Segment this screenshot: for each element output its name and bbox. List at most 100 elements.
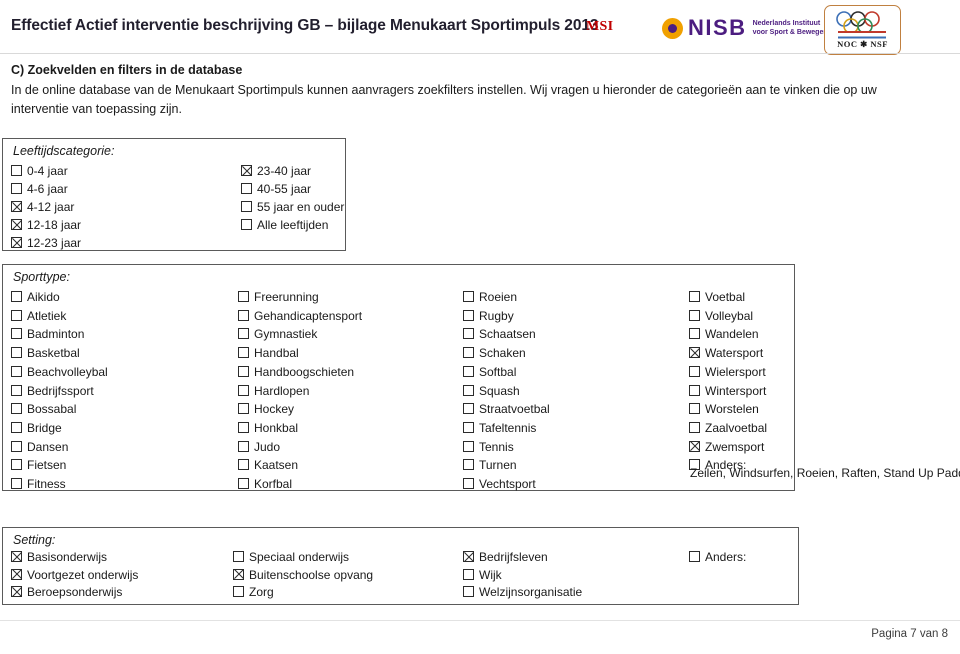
sport-type-option[interactable]: Gymnastiek [238,327,317,341]
checkbox-unchecked-icon[interactable] [463,328,474,340]
checkbox-checked-icon[interactable] [689,347,700,359]
checkbox-unchecked-icon[interactable] [463,586,474,597]
checkbox-unchecked-icon[interactable] [233,586,244,597]
checkbox-unchecked-icon[interactable] [463,347,474,359]
sport-type-option[interactable]: Hockey [238,402,294,416]
checkbox-unchecked-icon[interactable] [463,440,474,452]
checkbox-unchecked-icon[interactable] [689,365,700,377]
checkbox-unchecked-icon[interactable] [11,165,22,176]
checkbox-checked-icon[interactable] [11,568,22,580]
checkbox-unchecked-icon[interactable] [11,421,22,433]
age-category-option[interactable]: 23-40 jaar [241,164,311,178]
checkbox-unchecked-icon[interactable] [241,201,252,212]
setting-option[interactable]: Anders: [689,550,746,564]
sport-type-option[interactable]: Gehandicaptensport [238,309,362,323]
checkbox-unchecked-icon[interactable] [11,478,22,489]
setting-option[interactable]: Beroepsonderwijs [11,585,122,599]
sport-type-option[interactable]: Zaalvoetbal [689,421,767,435]
age-category-option[interactable]: 4-6 jaar [11,182,68,196]
checkbox-unchecked-icon[interactable] [463,421,474,433]
checkbox-unchecked-icon[interactable] [463,478,474,489]
checkbox-unchecked-icon[interactable] [241,183,252,194]
sport-type-option[interactable]: Wielersport [689,365,766,379]
checkbox-checked-icon[interactable] [11,551,22,562]
checkbox-unchecked-icon[interactable] [238,440,249,452]
checkbox-unchecked-icon[interactable] [689,291,700,302]
checkbox-unchecked-icon[interactable] [238,478,249,489]
sport-type-option[interactable]: Badminton [11,327,84,341]
checkbox-unchecked-icon[interactable] [689,421,700,433]
sport-type-option[interactable]: Rugby [463,309,514,323]
setting-option[interactable]: Welzijnsorganisatie [463,585,582,599]
checkbox-checked-icon[interactable] [463,551,474,562]
sport-type-option[interactable]: Voetbal [689,290,745,304]
checkbox-unchecked-icon[interactable] [11,459,22,471]
age-category-option[interactable]: 0-4 jaar [11,164,68,178]
checkbox-checked-icon[interactable] [11,219,22,230]
sport-type-option[interactable]: Zwemsport [689,440,764,454]
sport-type-option[interactable]: Bedrijfssport [11,384,94,398]
sport-type-option[interactable]: Kaatsen [238,458,298,472]
checkbox-unchecked-icon[interactable] [11,328,22,340]
checkbox-checked-icon[interactable] [233,568,244,580]
sport-type-option[interactable]: Tafeltennis [463,421,536,435]
checkbox-checked-icon[interactable] [689,440,700,452]
checkbox-unchecked-icon[interactable] [689,384,700,396]
sport-type-option[interactable]: Bossabal [11,402,76,416]
checkbox-checked-icon[interactable] [11,201,22,212]
sport-type-option[interactable]: Softbal [463,365,516,379]
checkbox-unchecked-icon[interactable] [463,403,474,415]
sport-type-option[interactable]: Wandelen [689,327,759,341]
checkbox-unchecked-icon[interactable] [11,365,22,377]
checkbox-unchecked-icon[interactable] [238,365,249,377]
setting-option[interactable]: Speciaal onderwijs [233,550,349,564]
checkbox-unchecked-icon[interactable] [238,403,249,415]
sport-type-option[interactable]: Korfbal [238,477,292,491]
setting-option[interactable]: Basisonderwijs [11,550,107,564]
sport-type-option[interactable]: Judo [238,440,280,454]
checkbox-unchecked-icon[interactable] [463,384,474,396]
sport-type-option[interactable]: Dansen [11,440,68,454]
sport-type-option[interactable]: Atletiek [11,309,66,323]
sport-type-option[interactable]: Hardlopen [238,384,309,398]
checkbox-unchecked-icon[interactable] [11,403,22,415]
sport-type-option[interactable]: Schaatsen [463,327,536,341]
age-category-option[interactable]: 12-23 jaar [11,236,81,250]
setting-option[interactable]: Buitenschoolse opvang [233,568,373,582]
sport-type-option[interactable]: Fietsen [11,458,66,472]
checkbox-unchecked-icon[interactable] [11,291,22,302]
checkbox-unchecked-icon[interactable] [463,365,474,377]
sport-type-option[interactable]: Aikido [11,290,60,304]
checkbox-unchecked-icon[interactable] [238,384,249,396]
age-category-option[interactable]: Alle leeftijden [241,218,328,232]
checkbox-unchecked-icon[interactable] [689,328,700,340]
checkbox-unchecked-icon[interactable] [238,421,249,433]
checkbox-unchecked-icon[interactable] [11,183,22,194]
age-category-option[interactable]: 4-12 jaar [11,200,74,214]
setting-option[interactable]: Voortgezet onderwijs [11,568,138,582]
checkbox-unchecked-icon[interactable] [233,551,244,562]
checkbox-checked-icon[interactable] [11,237,22,248]
sport-type-option[interactable]: Honkbal [238,421,298,435]
age-category-option[interactable]: 12-18 jaar [11,218,81,232]
checkbox-checked-icon[interactable] [11,586,22,597]
sport-anders-value[interactable]: Zeilen, Windsurfen, Roeien, Raften, Stan… [690,466,960,480]
sport-type-option[interactable]: Handboogschieten [238,365,354,379]
checkbox-unchecked-icon[interactable] [463,309,474,321]
sport-type-option[interactable]: Beachvolleybal [11,365,108,379]
setting-option[interactable]: Wijk [463,568,502,582]
sport-type-option[interactable]: Wintersport [689,384,766,398]
age-category-option[interactable]: 40-55 jaar [241,182,311,196]
sport-type-option[interactable]: Tennis [463,440,514,454]
checkbox-unchecked-icon[interactable] [238,328,249,340]
checkbox-unchecked-icon[interactable] [689,403,700,415]
sport-type-option[interactable]: Roeien [463,290,517,304]
sport-type-option[interactable]: Vechtsport [463,477,536,491]
sport-type-option[interactable]: Turnen [463,458,517,472]
sport-type-option[interactable]: Straatvoetbal [463,402,550,416]
sport-type-option[interactable]: Freerunning [238,290,319,304]
sport-type-option[interactable]: Squash [463,384,520,398]
checkbox-unchecked-icon[interactable] [11,384,22,396]
checkbox-unchecked-icon[interactable] [238,347,249,359]
sport-type-option[interactable]: Handbal [238,346,299,360]
